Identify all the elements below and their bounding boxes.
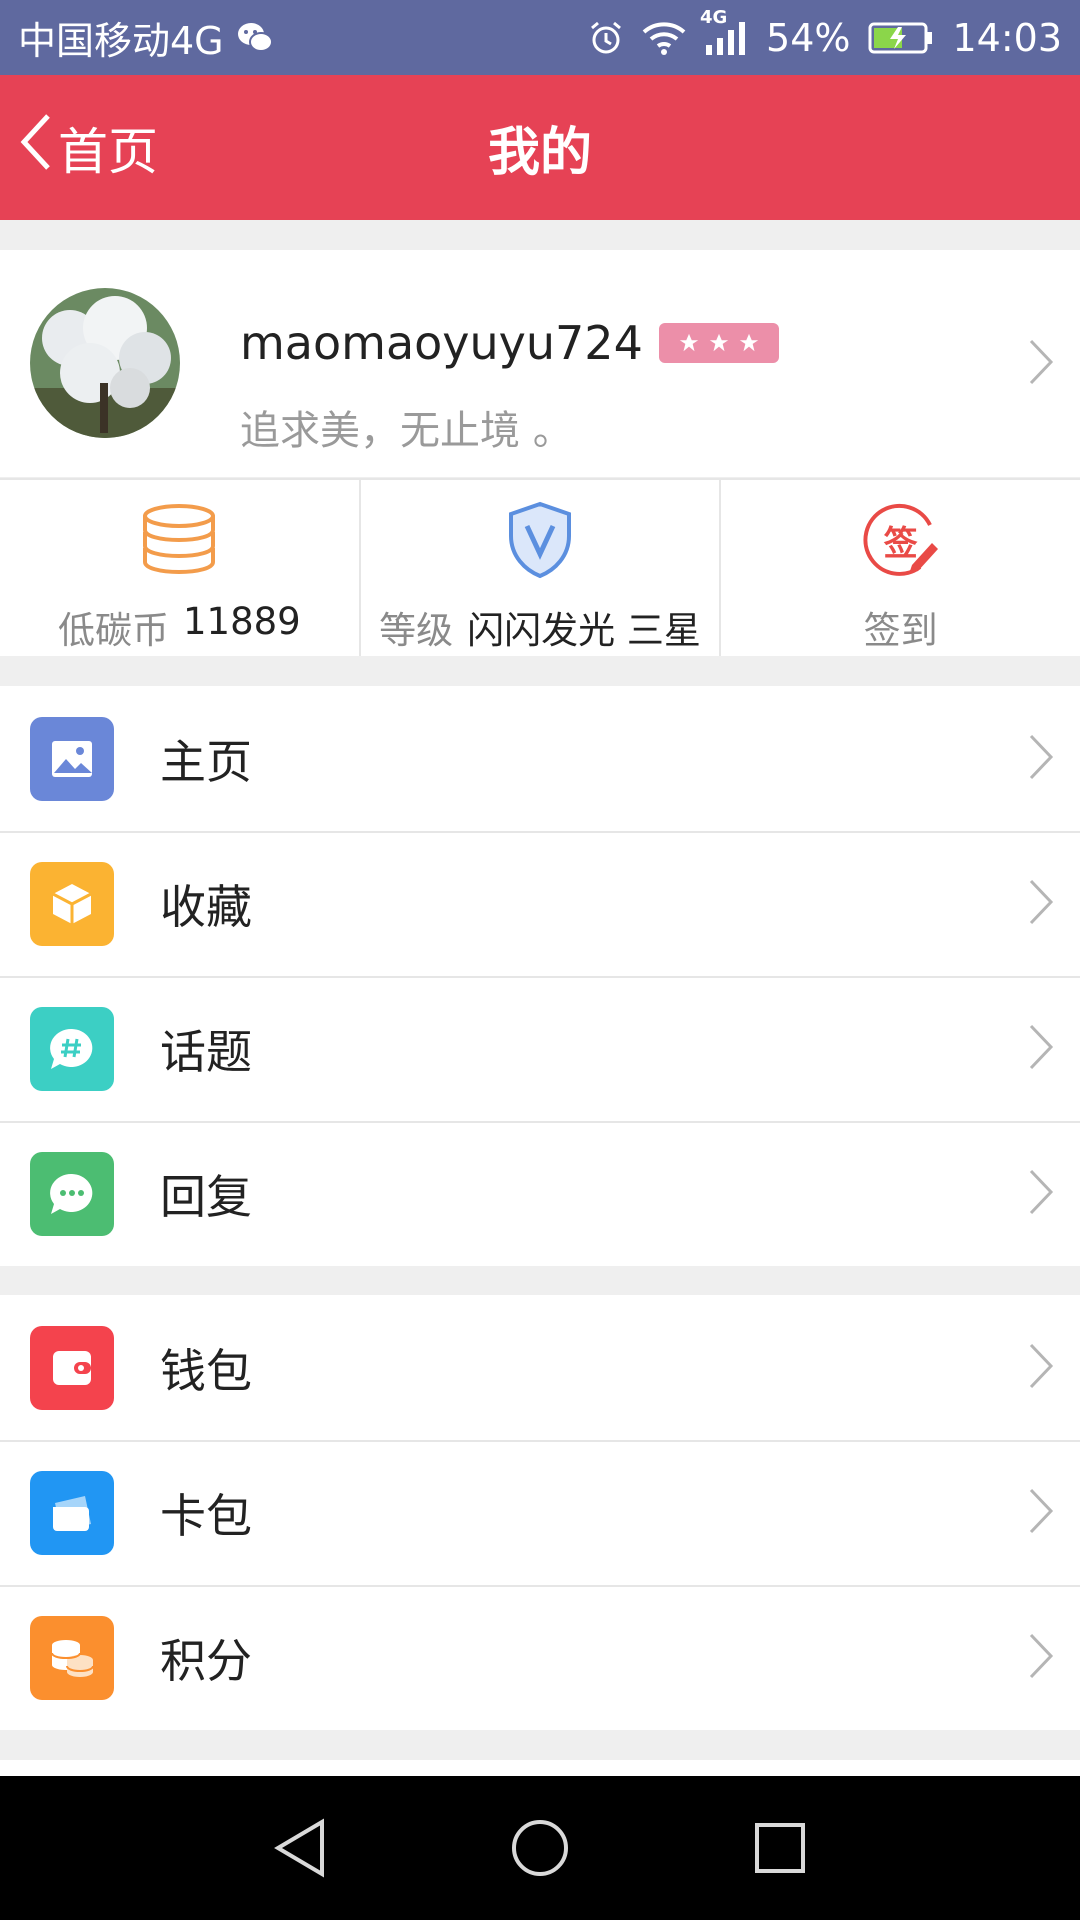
menu-item-topics[interactable]: 话题	[0, 976, 1080, 1121]
recents-square-icon[interactable]	[740, 1808, 820, 1888]
chevron-right-icon	[1028, 1168, 1054, 1220]
coins-value: 11889	[182, 600, 301, 643]
card-icon	[30, 1470, 114, 1555]
back-button[interactable]: 首页	[18, 75, 158, 220]
level-stat[interactable]: 等级 闪闪发光 三星	[358, 480, 720, 656]
menu-item-label: 回复	[160, 1169, 252, 1224]
back-label: 首页	[58, 122, 158, 181]
menu-item-label: 收藏	[160, 879, 252, 934]
chevron-right-icon	[1028, 1023, 1054, 1075]
star-level-badge	[658, 323, 779, 363]
chevron-right-icon	[1028, 733, 1054, 785]
chevron-right-icon	[1028, 878, 1054, 930]
wifi-icon	[642, 20, 686, 56]
level-label: 等级	[379, 609, 454, 652]
box-icon	[30, 861, 114, 946]
carrier-label: 中国移动4G	[18, 19, 224, 63]
coins-label: 低碳币	[57, 609, 169, 652]
menu-item-points[interactable]: 积分	[0, 1585, 1080, 1730]
avatar[interactable]	[30, 288, 180, 438]
menu-item-homepage[interactable]: 主页	[0, 686, 1080, 831]
level-value: 闪闪发光 三星	[467, 609, 701, 652]
status-bar: 中国移动4G 4G 54% 14:03	[0, 0, 1080, 75]
menu-group-secondary: 钱包 卡包 积分	[0, 1295, 1080, 1730]
coins-stat[interactable]: 低碳币 11889	[0, 480, 359, 656]
profile-card[interactable]: maomaoyuyu724 追求美，无止境 。	[0, 250, 1080, 477]
alarm-icon	[588, 20, 624, 56]
menu-item-cards[interactable]: 卡包	[0, 1440, 1080, 1585]
menu-item-wallet[interactable]: 钱包	[0, 1295, 1080, 1440]
coins-stack-icon	[141, 498, 217, 582]
username: maomaoyuyu724	[240, 316, 643, 370]
stats-row: 低碳币 11889 等级 闪闪发光 三星 签 签到	[0, 478, 1080, 656]
chevron-right-icon	[1028, 1487, 1054, 1539]
clock: 14:03	[952, 15, 1062, 60]
shield-v-icon	[505, 498, 575, 582]
menu-item-label: 钱包	[160, 1343, 252, 1398]
battery-icon	[868, 21, 934, 55]
menu-group-tertiary	[0, 1760, 1080, 1776]
signal-icon: 4G	[700, 7, 748, 57]
wallet-icon	[30, 1325, 114, 1410]
menu-group-primary: 主页 收藏 话题 回复	[0, 686, 1080, 1266]
home-circle-icon[interactable]	[500, 1808, 580, 1888]
chevron-right-icon	[1028, 1342, 1054, 1394]
chat-bubble-icon	[30, 1151, 114, 1236]
image-icon	[30, 716, 114, 801]
chevron-right-icon	[1028, 338, 1054, 390]
checkin-stat[interactable]: 签 签到	[719, 480, 1080, 656]
star-icon	[679, 333, 699, 352]
top-nav-bar: 首页 我的	[0, 75, 1080, 220]
network-type: 4G	[700, 6, 728, 28]
chevron-left-icon	[18, 112, 52, 184]
checkin-icon: 签	[860, 498, 942, 582]
wechat-icon	[236, 21, 274, 55]
menu-item-label: 卡包	[160, 1488, 252, 1543]
hashtag-bubble-icon	[30, 1006, 114, 1091]
chevron-right-icon	[1028, 1632, 1054, 1684]
star-icon	[709, 333, 729, 352]
checkin-label: 签到	[863, 609, 938, 652]
checkin-icon-text: 签	[883, 524, 918, 564]
battery-percent: 54%	[766, 15, 851, 60]
menu-item-label: 主页	[160, 734, 252, 789]
page-title: 我的	[487, 123, 592, 183]
menu-item-label: 话题	[160, 1024, 252, 1079]
system-navigation-bar	[0, 1776, 1080, 1920]
signature: 追求美，无止境 。	[240, 408, 573, 454]
star-icon	[739, 333, 759, 352]
menu-item-label: 积分	[160, 1633, 252, 1688]
coins-stack-icon	[30, 1615, 114, 1700]
back-triangle-icon[interactable]	[260, 1808, 340, 1888]
menu-item-favorites[interactable]: 收藏	[0, 831, 1080, 976]
menu-item-replies[interactable]: 回复	[0, 1121, 1080, 1266]
